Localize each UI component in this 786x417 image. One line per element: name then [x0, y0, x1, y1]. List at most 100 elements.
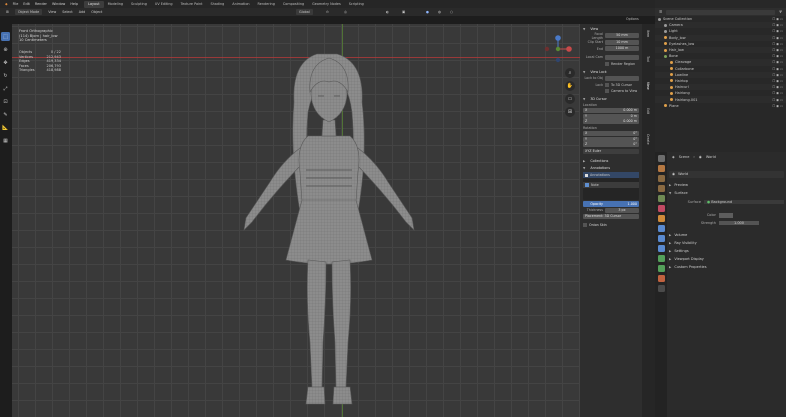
tab-item[interactable]: Item [646, 30, 650, 50]
tab-modeling[interactable]: Modeling [104, 1, 127, 8]
cursor-rotation-y[interactable]: Y 0° [583, 136, 639, 142]
overlay-icon[interactable]: ◐ [386, 10, 389, 14]
menu-add[interactable]: Add [79, 10, 86, 14]
modifier-tab-icon[interactable] [657, 225, 665, 232]
render-region-checkbox[interactable] [605, 61, 609, 66]
visibility-toggles[interactable]: ☐ ◉ ▭ [772, 48, 783, 52]
tab-sculpting[interactable]: Sculpting [127, 1, 151, 8]
world-tab-icon[interactable] [657, 205, 665, 212]
world-datablock[interactable]: ◉ World [669, 171, 784, 178]
constraints-tab-icon[interactable] [657, 255, 665, 262]
proportional-edit-icon[interactable]: ◎ [344, 10, 347, 14]
navigation-gizmo[interactable] [543, 34, 573, 64]
opacity-field[interactable]: 1.000 [605, 202, 639, 206]
strength-field[interactable]: 1.000 [719, 221, 759, 226]
visibility-toggles[interactable]: ☐ ◉ ▭ [772, 23, 783, 27]
rotate-icon[interactable]: ↻ [1, 71, 10, 80]
tab-edit[interactable]: Edit [646, 108, 650, 128]
visibility-toggles[interactable]: ☐ ◉ ▭ [772, 17, 783, 21]
local-camera-field[interactable] [605, 54, 639, 60]
lock-cursor-checkbox[interactable] [605, 82, 609, 87]
cursor-location-x[interactable]: X 0.000 m [583, 108, 639, 113]
viewport-display-panel[interactable]: ▶ Viewport Display [669, 256, 784, 263]
visibility-toggles[interactable]: ☐ ◉ ▭ [772, 73, 783, 77]
visibility-toggles[interactable]: ☐ ◉ ▭ [772, 104, 783, 108]
ray-visibility-panel[interactable]: ▶ Ray Visibility [669, 240, 784, 247]
menu-edit[interactable]: Edit [23, 2, 30, 6]
tab-layout[interactable]: Layout [84, 0, 104, 8]
cursor-icon[interactable]: ⊕ [1, 45, 10, 54]
data-tab-icon[interactable] [657, 265, 665, 272]
tab-animation[interactable]: Animation [228, 1, 253, 8]
mode-selector[interactable]: Object Mode [14, 9, 43, 15]
xray-icon[interactable]: ▣ [402, 10, 405, 14]
scene-tab-icon[interactable] [657, 195, 665, 202]
cursor-section-header[interactable]: ▼ 3D Cursor [583, 97, 642, 101]
output-tab-icon[interactable] [657, 175, 665, 182]
shading-solid-icon[interactable]: ● [426, 10, 429, 14]
pan-hand-icon[interactable]: ✋ [565, 81, 575, 91]
tab-tool[interactable]: Tool [646, 56, 650, 76]
snap-icon[interactable]: ⊙ [326, 10, 329, 14]
options-button[interactable]: Options [626, 17, 639, 21]
visibility-toggles[interactable]: ☐ ◉ ▭ [772, 29, 783, 33]
shading-rendered-icon[interactable]: ○ [450, 10, 453, 14]
view-section-header[interactable]: ▼ View [583, 27, 642, 31]
cursor-location-z[interactable]: Z 0.000 m [583, 119, 639, 124]
transform-icon[interactable]: ⊡ [1, 97, 10, 106]
tab-uv-editing[interactable]: UV Editing [151, 1, 177, 8]
scale-icon[interactable]: ⤢ [1, 84, 10, 93]
placement-select[interactable]: Placement: 3D Cursor [583, 214, 639, 219]
texture-tab-icon[interactable] [657, 285, 665, 292]
cursor-location-y[interactable]: Y0 m [583, 113, 639, 119]
onion-skin-checkbox[interactable] [583, 223, 587, 227]
note-layer-row[interactable]: Note [583, 182, 639, 188]
transform-orientation[interactable]: Global [296, 9, 313, 15]
settings-panel[interactable]: ▶ Settings [669, 248, 784, 255]
menu-object[interactable]: Object [91, 10, 102, 14]
render-tab-icon[interactable] [657, 165, 665, 172]
visibility-toggles[interactable]: ☐ ◉ ▭ [772, 60, 783, 64]
zoom-icon[interactable]: ⌕ [565, 68, 575, 78]
visibility-toggles[interactable]: ☐ ◉ ▭ [772, 42, 783, 46]
editor-type-icon[interactable]: ⊞ [6, 10, 9, 14]
move-icon[interactable]: ✥ [1, 58, 10, 67]
physics-tab-icon[interactable] [657, 245, 665, 252]
visibility-toggles[interactable]: ☐ ◉ ▭ [772, 67, 783, 71]
visibility-toggles[interactable]: ☐ ◉ ▭ [772, 54, 783, 58]
visibility-toggles[interactable]: ☐ ◉ ▭ [772, 79, 783, 83]
select-box-icon[interactable]: ⬚ [1, 32, 10, 41]
menu-view[interactable]: View [48, 10, 56, 14]
clip-end-field[interactable]: 1000 m [605, 46, 639, 52]
annotation-layers-list[interactable]: Annotations Note [583, 172, 639, 200]
particles-tab-icon[interactable] [657, 235, 665, 242]
color-swatch[interactable] [719, 212, 733, 218]
tab-geometry-nodes[interactable]: Geometry Nodes [308, 1, 345, 8]
lock-object-field[interactable] [605, 75, 639, 81]
add-cube-icon[interactable]: ▦ [1, 136, 10, 145]
outliner-row[interactable]: Plane ☐ ◉ ▭ [655, 103, 786, 109]
filter-icon[interactable]: ⧩ [779, 10, 782, 14]
annotation-layer-row[interactable]: Annotations [583, 172, 639, 178]
rotation-mode-select[interactable]: XYZ Euler [583, 149, 639, 154]
annotations-header[interactable]: ▼ Annotations [583, 166, 642, 170]
custom-properties-panel[interactable]: ▶ Custom Properties [669, 264, 784, 271]
visibility-toggles[interactable]: ☐ ◉ ▭ [772, 98, 783, 102]
view-lock-header[interactable]: ▼ View Lock [583, 70, 642, 74]
tab-compositing[interactable]: Compositing [279, 1, 308, 8]
volume-panel[interactable]: ▶ Volume [669, 232, 784, 239]
tab-shading[interactable]: Shading [206, 1, 228, 8]
3d-viewport[interactable]: Front Orthographic (114) Bjorn | hair_lo… [12, 24, 580, 417]
tool-tab-icon[interactable] [657, 155, 665, 162]
measure-icon[interactable]: 📐 [1, 123, 10, 132]
tab-rendering[interactable]: Rendering [254, 1, 279, 8]
clip-start-field[interactable]: 10 mm [605, 39, 639, 45]
collections-header[interactable]: ▶ Collections [583, 159, 642, 163]
tab-texture-paint[interactable]: Texture Paint [177, 1, 207, 8]
preview-panel[interactable]: ▶ Preview [669, 182, 784, 189]
camera-view-icon[interactable]: ▭ [565, 94, 575, 104]
cursor-rotation-z[interactable]: Z 0° [583, 142, 639, 147]
menu-file[interactable]: File [13, 2, 19, 6]
outliner-icon[interactable]: ☰ [659, 10, 662, 14]
tab-scripting[interactable]: Scripting [345, 1, 368, 8]
